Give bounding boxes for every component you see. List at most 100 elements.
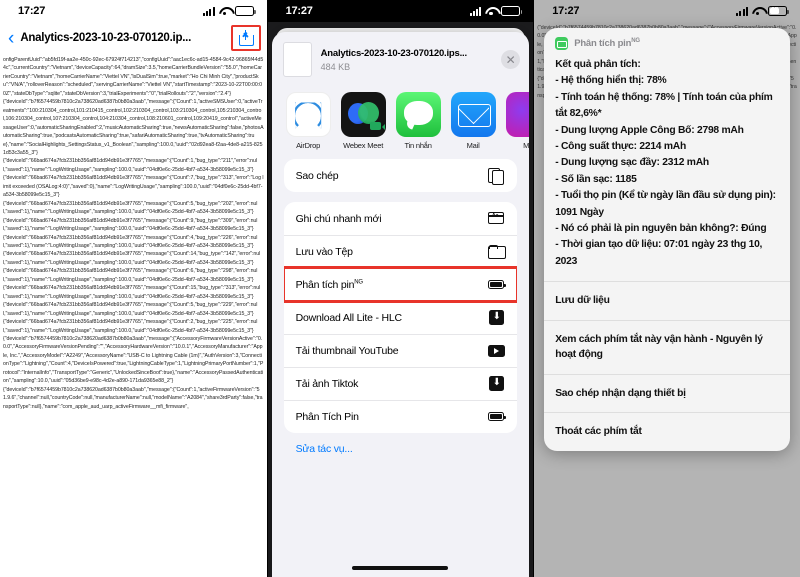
action-tai-thumbnail-youtube[interactable]: Tải thumbnail YouTube [284,334,518,367]
share-target-label: Webex Meet [343,141,384,150]
status-bar: 17:27 65 [267,0,534,22]
battery-level: 65 [769,6,780,15]
result-line: - Dung lượng Apple Công Bố: 2798 mAh [555,124,744,136]
quicknote-icon [488,210,505,227]
action-label: Download All Lite - HLC [295,311,402,324]
cellular-signal-icon [736,6,748,16]
more-icon [505,92,530,137]
action-sao-chep[interactable]: Sao chép [284,159,518,192]
dialog-title-text: Phân tích pin [574,38,632,50]
dialog-action-xem-cach-phim-tat[interactable]: Xem cách phím tắt này vận hành - Nguyên … [544,319,790,374]
action-label: Sao chép [295,169,339,182]
download-icon [488,375,505,392]
shortcuts-battery-icon [555,37,569,50]
dialog-title: Phân tích pinNG [574,38,640,49]
result-line: - Hệ thống hiển thị: 78% [555,75,667,87]
document-title: Analytics-2023-10-23-070120.ip... [20,32,192,44]
action-phan-tich-pin-highlighted[interactable]: Phân tích pinNG [283,266,518,303]
battery-icon: 65 [767,6,789,16]
battery-level: 65 [503,6,513,15]
action-tai-anh-tiktok[interactable]: Tải ảnh Tiktok [284,367,518,400]
dialog-action-luu-du-lieu[interactable]: Lưu dữ liệu [544,281,790,320]
share-button[interactable] [230,25,261,51]
cellular-signal-icon [203,6,215,16]
action-phan-tich-pin[interactable]: Phân Tích Pin [284,400,518,433]
action-label: Ghi chú nhanh mới [295,212,382,225]
panel-file-viewer: 17:27 65 ‹ Analytics-2023-10-23-070120.i… [0,0,267,577]
share-icon [239,30,255,46]
dialog-action-sao-chep-nhan-dang[interactable]: Sao chép nhận dạng thiết bị [544,373,790,413]
action-label: Tải ảnh Tiktok [295,377,359,390]
action-download-all-lite[interactable]: Download All Lite - HLC [284,301,518,334]
wifi-icon [752,7,764,16]
folder-icon [488,243,505,260]
panel-battery-result: ("deviceId":"b7f6574459b7810c2a738620ad6… [533,0,800,577]
status-time: 17:27 [18,5,46,17]
shared-file-size: 484 KB [320,61,351,72]
share-target-label: AirDrop [296,141,321,150]
result-line: - Dung lượng sạc đầy: 2312 mAh [555,157,709,169]
result-line: Kết quả phân tích: [555,59,641,70]
status-bar: 17:27 65 [0,0,267,22]
share-targets-row: AirDrop Webex Meet Tin nhắn Mail Mo [272,86,530,159]
battery-level: 65 [236,6,247,15]
status-time: 17:27 [285,5,313,17]
share-sheet: Analytics-2023-10-23-070120.ips... 484 K… [271,32,530,577]
dialog-title-superscript: NG [631,37,640,44]
action-ghi-chu-nhanh-moi[interactable]: Ghi chú nhanh mới [284,202,518,235]
dialog-body: Kết quả phân tích: - Hệ thống hiển thị: … [544,55,790,281]
cellular-signal-icon [469,6,482,16]
share-target-webex[interactable]: Webex Meet [340,92,386,150]
download-icon [488,309,505,326]
screenshot-collage: 17:27 65 ‹ Analytics-2023-10-23-070120.i… [0,0,800,577]
edit-actions-link[interactable]: Sửa tác vụ... [272,443,530,455]
result-line: - Công suất thực: 2214 mAh [555,141,687,153]
status-indicators: 65 [469,6,523,16]
status-bar: 17:27 65 [534,0,800,22]
back-chevron-icon[interactable]: ‹ [8,29,14,48]
dialog-header: Phân tích pinNG [544,28,790,55]
result-line: - Số lần sạc: 1185 [555,173,637,185]
shortcut-result-dialog: Phân tích pinNG Kết quả phân tích: - Hệ … [544,28,790,451]
file-thumbnail-icon [282,42,312,77]
home-indicator [352,566,449,570]
wifi-icon [485,7,497,16]
status-indicators: 65 [736,6,789,16]
result-line: - Tính toán hệ thống: 78% | Tính toán củ… [555,91,773,120]
share-target-airdrop[interactable]: AirDrop [285,92,331,150]
action-label: Tải thumbnail YouTube [295,344,399,357]
share-target-messages[interactable]: Tin nhắn [395,92,441,150]
analytics-json-content: onfigParentUuid":"ab5fd19f-aa2e-450c-92e… [3,57,264,410]
share-target-more[interactable]: Mo [505,92,530,150]
action-label: Phân tích pinNG [295,278,364,291]
action-label-superscript: NG [354,279,363,285]
action-group-copy: Sao chép [283,159,518,192]
share-target-label: Tin nhắn [404,141,432,150]
action-label: Phân Tích Pin [295,410,359,423]
messages-icon [395,92,441,137]
share-target-label: Mo [523,141,530,150]
result-line: - Tuổi thọ pin (Kể từ ngày lần đầu sử dụ… [555,190,776,218]
battery-icon [488,408,507,425]
close-icon[interactable]: ✕ [501,50,521,69]
navigation-bar: ‹ Analytics-2023-10-23-070120.ip... [0,22,267,54]
share-target-mail[interactable]: Mail [450,92,496,150]
panel-share-sheet: 17:27 65 Analytics-2023-10-23-070120.ips… [266,0,534,577]
youtube-icon [488,342,506,359]
webex-icon [340,92,386,137]
airdrop-icon [285,92,331,137]
share-sheet-header: Analytics-2023-10-23-070120.ips... 484 K… [272,32,530,86]
status-time: 17:27 [552,5,580,17]
mail-icon [450,92,496,137]
shared-file-name: Analytics-2023-10-23-070120.ips... [320,47,468,59]
result-line: - Nó có phải là pin nguyên bản không?: Đ… [555,223,767,235]
action-label-text: Phân tích pin [295,278,355,291]
copy-icon [488,167,505,184]
status-indicators: 65 [203,6,256,16]
action-label: Lưu vào Tệp [295,245,353,258]
share-target-label: Mail [466,141,480,150]
battery-icon [488,276,507,293]
dialog-action-thoat-phim-tat[interactable]: Thoát các phím tắt [544,412,790,451]
action-luu-vao-tep[interactable]: Lưu vào Tệp [284,235,518,268]
result-line: - Thời gian tạo dữ liệu: 07:01 ngày 23 t… [555,239,763,267]
